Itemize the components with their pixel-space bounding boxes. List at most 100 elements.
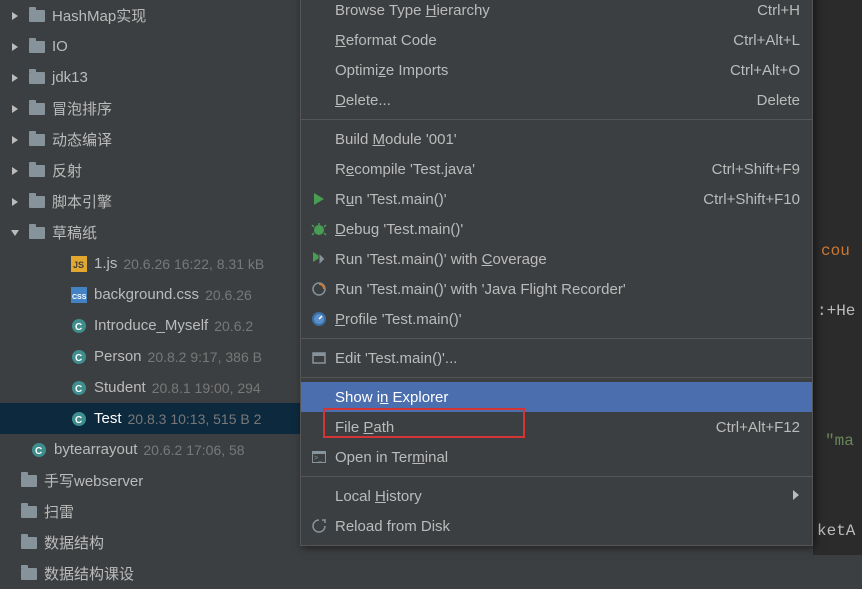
- file-meta: 20.6.2: [214, 318, 253, 334]
- blank-icon: [309, 0, 329, 20]
- css-file-icon: CSS: [70, 286, 88, 304]
- tree-folder-hashmap[interactable]: HashMap实现: [0, 0, 300, 31]
- menu-browse-hierarchy[interactable]: Browse Type Hierarchy Ctrl+H: [301, 0, 812, 25]
- svg-text:CSS: CSS: [72, 294, 87, 301]
- arrow-right-icon: [8, 195, 22, 209]
- menu-label: Delete...: [335, 92, 757, 109]
- menu-label: File Path: [335, 419, 716, 436]
- blank-icon: [309, 129, 329, 149]
- file-meta: 20.6.26: [205, 287, 252, 303]
- tree-file-introduce[interactable]: C Introduce_Myself 20.6.2: [0, 310, 300, 341]
- menu-label: Reload from Disk: [335, 518, 800, 535]
- tree-file-bytearrayout[interactable]: C bytearrayout 20.6.2 17:06, 58: [0, 434, 300, 465]
- menu-reformat[interactable]: Reformat Code Ctrl+Alt+L: [301, 25, 812, 55]
- svg-text:C: C: [75, 384, 82, 395]
- menu-separator: [301, 119, 812, 120]
- svg-text:>_: >_: [314, 455, 322, 462]
- tree-file-css[interactable]: CSS background.css 20.6.26: [0, 279, 300, 310]
- menu-open-terminal[interactable]: >_ Open in Terminal: [301, 442, 812, 472]
- folder-label: jdk13: [52, 69, 88, 86]
- folder-label: 反射: [52, 160, 82, 181]
- svg-text:C: C: [75, 415, 82, 426]
- debug-icon: [309, 219, 329, 239]
- menu-shortcut: Ctrl+Alt+F12: [716, 419, 800, 436]
- folder-label: HashMap实现: [52, 5, 146, 26]
- arrow-down-icon: [8, 226, 22, 240]
- blank-icon: [309, 486, 329, 506]
- file-meta: 20.6.2 17:06, 58: [143, 442, 244, 458]
- tree-folder-ds-course[interactable]: 数据结构课设: [0, 558, 300, 589]
- tree-folder-reflection[interactable]: 反射: [0, 155, 300, 186]
- class-file-icon: C: [70, 410, 88, 428]
- file-label: background.css: [94, 286, 199, 303]
- project-tree[interactable]: HashMap实现 IO jdk13 冒泡排序 动态编译 反射 脚本引擎 草稿纸…: [0, 0, 300, 555]
- folder-label: 脚本引擎: [52, 191, 112, 212]
- file-meta: 20.8.3 10:13, 515 B 2: [128, 411, 262, 427]
- folder-icon: [28, 193, 46, 211]
- menu-label: Optimize Imports: [335, 62, 730, 79]
- folder-icon: [28, 38, 46, 56]
- folder-icon: [20, 565, 38, 583]
- menu-build-module[interactable]: Build Module '001': [301, 124, 812, 154]
- flight-recorder-icon: [309, 279, 329, 299]
- tree-folder-jdk13[interactable]: jdk13: [0, 62, 300, 93]
- menu-delete[interactable]: Delete... Delete: [301, 85, 812, 115]
- tree-folder-webserver[interactable]: 手写webserver: [0, 465, 300, 496]
- tree-file-student[interactable]: C Student 20.8.1 19:00, 294: [0, 372, 300, 403]
- menu-shortcut: Delete: [757, 92, 800, 109]
- menu-label: Edit 'Test.main()'...: [335, 350, 800, 367]
- tree-folder-datastructure[interactable]: 数据结构: [0, 527, 300, 558]
- menu-edit-config[interactable]: Edit 'Test.main()'...: [301, 343, 812, 373]
- menu-debug[interactable]: Debug 'Test.main()': [301, 214, 812, 244]
- svg-text:C: C: [75, 322, 82, 333]
- folder-icon: [28, 131, 46, 149]
- menu-reload-disk[interactable]: Reload from Disk: [301, 511, 812, 541]
- class-file-icon: C: [30, 441, 48, 459]
- run-icon: [309, 189, 329, 209]
- file-meta: 20.8.2 9:17, 386 B: [148, 349, 262, 365]
- menu-show-explorer[interactable]: Show in Explorer: [301, 382, 812, 412]
- coverage-icon: [309, 249, 329, 269]
- folder-icon: [20, 503, 38, 521]
- menu-local-history[interactable]: Local History: [301, 481, 812, 511]
- context-menu: Browse Type Hierarchy Ctrl+H Reformat Co…: [300, 0, 813, 546]
- arrow-right-icon: [8, 133, 22, 147]
- tree-folder-draft[interactable]: 草稿纸: [0, 217, 300, 248]
- menu-file-path[interactable]: File Path Ctrl+Alt+F12: [301, 412, 812, 442]
- menu-optimize[interactable]: Optimize Imports Ctrl+Alt+O: [301, 55, 812, 85]
- tree-file-person[interactable]: C Person 20.8.2 9:17, 386 B: [0, 341, 300, 372]
- menu-shortcut: Ctrl+Alt+L: [733, 32, 800, 49]
- menu-label: Recompile 'Test.java': [335, 161, 712, 178]
- class-file-icon: C: [70, 348, 88, 366]
- tree-file-test[interactable]: C Test 20.8.3 10:13, 515 B 2: [0, 403, 300, 434]
- blank-icon: [309, 387, 329, 407]
- tree-folder-bubble-sort[interactable]: 冒泡排序: [0, 93, 300, 124]
- file-label: Student: [94, 379, 146, 396]
- folder-label: 数据结构课设: [44, 563, 134, 584]
- menu-flight-recorder[interactable]: Run 'Test.main()' with 'Java Flight Reco…: [301, 274, 812, 304]
- tree-file-js[interactable]: JS 1.js 20.6.26 16:22, 8.31 kB: [0, 248, 300, 279]
- tree-folder-io[interactable]: IO: [0, 31, 300, 62]
- folder-label: 手写webserver: [44, 470, 143, 491]
- tree-folder-minesweeper[interactable]: 扫雷: [0, 496, 300, 527]
- menu-coverage[interactable]: Run 'Test.main()' with Coverage: [301, 244, 812, 274]
- menu-run[interactable]: Run 'Test.main()' Ctrl+Shift+F10: [301, 184, 812, 214]
- menu-recompile[interactable]: Recompile 'Test.java' Ctrl+Shift+F9: [301, 154, 812, 184]
- menu-label: Show in Explorer: [335, 389, 800, 406]
- folder-label: 数据结构: [44, 532, 104, 553]
- menu-shortcut: Ctrl+H: [757, 2, 800, 19]
- menu-profile[interactable]: Profile 'Test.main()': [301, 304, 812, 334]
- edit-config-icon: [309, 348, 329, 368]
- menu-label: Browse Type Hierarchy: [335, 2, 757, 19]
- folder-label: 动态编译: [52, 129, 112, 150]
- folder-icon: [20, 534, 38, 552]
- class-file-icon: C: [70, 317, 88, 335]
- tree-folder-dynamic-compile[interactable]: 动态编译: [0, 124, 300, 155]
- tree-folder-script-engine[interactable]: 脚本引擎: [0, 186, 300, 217]
- folder-label: 草稿纸: [52, 222, 97, 243]
- svg-text:JS: JS: [73, 260, 84, 270]
- file-label: 1.js: [94, 255, 117, 272]
- editor-text: ketA: [817, 522, 855, 540]
- folder-icon: [20, 472, 38, 490]
- menu-label: Build Module '001': [335, 131, 800, 148]
